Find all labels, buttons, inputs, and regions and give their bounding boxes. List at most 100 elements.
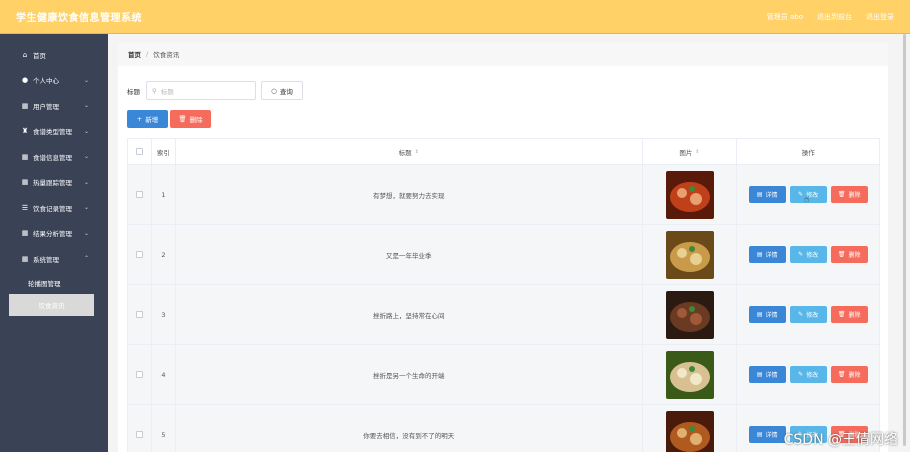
grid-icon: ▦ [21, 254, 29, 263]
sidebar-item-label: 个人中心 [33, 77, 59, 86]
sidebar-item-system[interactable]: ▦ 系统管理 ⌃ [0, 246, 108, 272]
select-all-checkbox[interactable] [135, 148, 143, 155]
row-index: 3 [152, 285, 176, 344]
chevron-down-icon: ⌄ [84, 178, 90, 186]
row-checkbox[interactable] [135, 191, 143, 198]
grid-icon: ▦ [21, 152, 29, 161]
detail-button[interactable]: ▤ 详情 [748, 246, 786, 263]
detail-label: 详情 [765, 432, 778, 439]
action-buttons: + 新增 🗑 删除 [127, 110, 211, 128]
detail-button[interactable]: ▤ 详情 [748, 426, 786, 443]
trash-icon: 🗑 [178, 115, 187, 123]
edit-button[interactable]: ✎ 修改 [789, 246, 827, 263]
row-title: 你要去相信，没有到不了的明天 [176, 405, 643, 452]
search-placeholder: 标题 [160, 87, 174, 96]
header-picture[interactable]: 图片 ⇕ [643, 139, 738, 164]
table-header: 索引 标题 ⇕ 图片 ⇕ 操作 [127, 138, 880, 165]
row-check-cell [128, 285, 152, 344]
trash-icon: 🗑 [837, 251, 846, 258]
sidebar-subitem-diet-news[interactable]: 饮食资讯 [9, 293, 94, 316]
trash-icon: 🗑 [837, 311, 846, 318]
delete-button[interactable]: 🗑 删除 [830, 246, 868, 263]
search-bar: 标题 ⚲ 标题 ○ 查询 [127, 81, 303, 100]
table-row: 3 挫折路上，坚持常在心间 ▤ 详情 ✎ 修改 🗑 删除 [127, 285, 880, 345]
row-checkbox[interactable] [135, 371, 143, 378]
sliders-icon: ☰ [21, 203, 29, 212]
row-checkbox[interactable] [135, 251, 143, 258]
food-thumbnail [665, 170, 714, 219]
row-picture-cell [643, 345, 738, 404]
main-content: 首页 / 饮食资讯 标题 ⚲ 标题 ○ 查询 + 新增 🗑 删除 索引 标题 ⇕… [108, 34, 910, 452]
table-row: 5 你要去相信，没有到不了的明天 ▤ 详情 ✎ 修改 🗑 删除 [127, 405, 880, 452]
row-operations: ▤ 详情 ✎ 修改 🗑 删除 [737, 345, 879, 404]
row-checkbox[interactable] [135, 431, 143, 438]
delete-button[interactable]: 🗑 删除 [830, 186, 868, 203]
edit-button[interactable]: ✎ 修改 [789, 366, 827, 383]
row-check-cell [128, 405, 152, 452]
food-thumbnail [665, 410, 714, 452]
search-icon: ○ [271, 86, 277, 95]
vertical-scrollbar[interactable] [903, 34, 906, 446]
user-icon: ● [21, 76, 29, 85]
food-thumbnail [665, 230, 714, 279]
detail-button[interactable]: ▤ 详情 [748, 306, 786, 323]
sidebar-item-profile[interactable]: ● 个人中心 ⌄ [0, 68, 108, 94]
row-check-cell [128, 225, 152, 284]
search-input[interactable]: ⚲ 标题 [146, 81, 256, 100]
delete-button[interactable]: 🗑 删除 [830, 306, 868, 323]
sidebar-subitem-carousel[interactable]: 轮播图管理 [0, 272, 108, 294]
breadcrumb-home[interactable]: 首页 [128, 49, 141, 59]
document-icon: ▤ [756, 191, 763, 198]
sidebar-item-label: 饮食记录管理 [33, 204, 72, 213]
breadcrumb-current: 饮食资讯 [153, 51, 180, 59]
current-user: 管理员 abo [766, 12, 803, 21]
breadcrumb: 首页 / 饮食资讯 [118, 42, 888, 66]
document-icon: ▤ [756, 371, 763, 378]
trophy-icon: ♜ [21, 127, 29, 136]
delete-label: 删除 [848, 192, 861, 199]
edit-button[interactable]: ✎ 修改 [789, 306, 827, 323]
sidebar-item-recipes[interactable]: ▦ 食谱信息管理 ⌄ [0, 144, 108, 170]
header-operation: 操作 [801, 148, 815, 157]
news-table: 索引 标题 ⇕ 图片 ⇕ 操作 1 有梦想，就要努力去实现 ▤ 详情 ✎ 修改 🗑 删除 [127, 138, 880, 452]
row-index: 2 [152, 225, 176, 284]
row-checkbox[interactable] [135, 311, 143, 318]
content-panel: 首页 / 饮食资讯 标题 ⚲ 标题 ○ 查询 + 新增 🗑 删除 索引 标题 ⇕… [118, 42, 888, 452]
sidebar-item-analysis[interactable]: ▦ 结果分析管理 ⌄ [0, 221, 108, 247]
detail-label: 详情 [765, 252, 778, 259]
logout-link[interactable]: 退出登录 [866, 12, 894, 22]
delete-button[interactable]: 🗑 删除 [830, 366, 868, 383]
pencil-icon: ✎ [798, 191, 804, 198]
query-button-label: 查询 [279, 87, 293, 96]
row-title: 挫折路上，坚持常在心间 [176, 285, 643, 344]
row-title: 有梦想，就要努力去实现 [176, 165, 643, 224]
grid-icon: ▦ [21, 101, 29, 110]
sidebar-item-label: 首页 [33, 51, 46, 60]
row-title: 挫折是另一个生命的开端 [176, 345, 643, 404]
header-title[interactable]: 标题 ⇕ [176, 139, 643, 164]
row-operations: ▤ 详情 ✎ 修改 🗑 删除 [737, 225, 879, 284]
trash-icon: 🗑 [837, 191, 846, 198]
row-title: 又是一年毕业季 [176, 225, 643, 284]
chevron-down-icon: ⌄ [84, 229, 90, 237]
grid-icon: ▦ [21, 178, 29, 187]
batch-delete-button[interactable]: 🗑 删除 [170, 110, 211, 128]
food-thumbnail [665, 290, 714, 339]
sidebar-item-label: 用户管理 [33, 102, 59, 111]
detail-button[interactable]: ▤ 详情 [748, 186, 786, 203]
chevron-down-icon: ⌄ [84, 76, 90, 84]
detail-button[interactable]: ▤ 详情 [748, 366, 786, 383]
add-button[interactable]: + 新增 [127, 110, 168, 128]
detail-label: 详情 [765, 372, 778, 379]
sidebar-item-users[interactable]: ▦ 用户管理 ⌄ [0, 93, 108, 119]
sidebar-item-calories[interactable]: ▦ 热量跟踪管理 ⌄ [0, 170, 108, 196]
exit-to-frontend-link[interactable]: 退出到前台 [817, 12, 852, 22]
detail-label: 详情 [765, 192, 778, 199]
breadcrumb-separator: / [146, 50, 149, 58]
sidebar-item-recipe-types[interactable]: ♜ 食谱类型管理 ⌄ [0, 119, 108, 145]
query-button[interactable]: ○ 查询 [261, 81, 303, 100]
sidebar-item-diet-records[interactable]: ☰ 饮食记录管理 ⌄ [0, 195, 108, 221]
home-icon: ⌂ [22, 50, 28, 59]
chevron-up-icon: ⌃ [84, 255, 90, 263]
sidebar-item-home[interactable]: ⌂ 首页 [0, 42, 108, 68]
